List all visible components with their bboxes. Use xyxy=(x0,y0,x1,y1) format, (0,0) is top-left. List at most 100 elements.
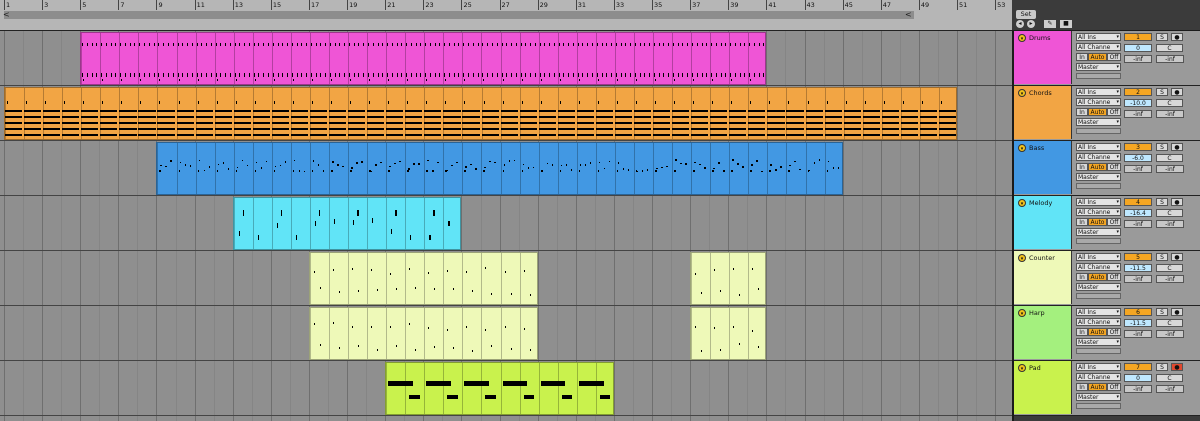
monitor-off-button[interactable]: Off xyxy=(1107,328,1121,336)
output-select[interactable]: Master ▾ xyxy=(1076,283,1121,291)
volume-field[interactable]: -10.0 xyxy=(1124,99,1152,107)
fold-icon[interactable]: ▾ xyxy=(1018,144,1026,152)
output-select[interactable]: Master ▾ xyxy=(1076,173,1121,181)
track-activator-button[interactable]: 2 xyxy=(1124,88,1152,96)
track-header[interactable]: ▾ Bass All Ins ▾ All Channe ▾ In Auto Off Master ▾… xyxy=(1014,141,1200,196)
input-channel-select[interactable]: All Channe ▾ xyxy=(1076,208,1121,216)
input-type-select[interactable]: All Ins ▾ xyxy=(1076,88,1121,96)
track-header[interactable]: ▾ Harp All Ins ▾ All Channe ▾ In Auto Off Master ▾… xyxy=(1014,306,1200,361)
midi-clip[interactable] xyxy=(308,252,538,305)
volume-field[interactable]: 0 xyxy=(1124,374,1152,382)
volume-field[interactable]: -11.5 xyxy=(1124,319,1152,327)
lock-icon[interactable]: ■ xyxy=(1060,20,1072,28)
fold-icon[interactable]: ▾ xyxy=(1018,89,1026,97)
track-activator-button[interactable]: 3 xyxy=(1124,143,1152,151)
track-color-name[interactable]: ▾ Counter xyxy=(1014,251,1072,304)
monitor-in-button[interactable]: In xyxy=(1076,328,1088,336)
track-header[interactable]: ▾ Counter All Ins ▾ All Channe ▾ In Auto Off Mast… xyxy=(1014,251,1200,306)
input-channel-select[interactable]: All Channe ▾ xyxy=(1076,43,1121,51)
track-color-name[interactable]: ▾ Bass xyxy=(1014,141,1072,194)
fold-icon[interactable]: ▾ xyxy=(1018,309,1026,317)
set-button[interactable]: Set xyxy=(1016,10,1036,19)
pan-field[interactable]: C xyxy=(1156,154,1183,162)
monitor-in-button[interactable]: In xyxy=(1076,163,1088,171)
track-name[interactable]: Counter xyxy=(1029,254,1055,262)
monitor-auto-button[interactable]: Auto xyxy=(1088,53,1107,61)
fold-icon[interactable]: ▾ xyxy=(1018,199,1026,207)
track-activator-button[interactable]: 7 xyxy=(1124,363,1152,371)
nav-left-icon[interactable]: ◂ xyxy=(1016,20,1024,28)
monitor-auto-button[interactable]: Auto xyxy=(1088,218,1107,226)
track-name[interactable]: Bass xyxy=(1029,144,1044,152)
pan-field[interactable]: C xyxy=(1156,264,1183,272)
arm-record-icon[interactable]: ● xyxy=(1171,198,1183,206)
output-select[interactable]: Master ▾ xyxy=(1076,393,1121,401)
monitor-auto-button[interactable]: Auto xyxy=(1088,383,1107,391)
pan-field[interactable]: C xyxy=(1156,209,1183,217)
input-channel-select[interactable]: All Channe ▾ xyxy=(1076,98,1121,106)
monitor-auto-button[interactable]: Auto xyxy=(1088,163,1107,171)
track-header[interactable]: ▾ Pad All Ins ▾ All Channe ▾ In Auto Off Master ▾ 7… xyxy=(1014,361,1200,416)
monitor-off-button[interactable]: Off xyxy=(1107,383,1121,391)
solo-button[interactable]: S xyxy=(1156,143,1168,151)
volume-field[interactable]: -11.5 xyxy=(1124,264,1152,272)
midi-clip[interactable] xyxy=(308,307,538,360)
track-activator-button[interactable]: 5 xyxy=(1124,253,1152,261)
monitor-auto-button[interactable]: Auto xyxy=(1088,273,1107,281)
track-color-name[interactable]: ▾ Harp xyxy=(1014,306,1072,359)
monitor-off-button[interactable]: Off xyxy=(1107,163,1121,171)
input-type-select[interactable]: All Ins ▾ xyxy=(1076,308,1121,316)
input-type-select[interactable]: All Ins ▾ xyxy=(1076,363,1121,371)
arm-record-icon[interactable]: ● xyxy=(1171,253,1183,261)
track-header[interactable]: ▾ Drums All Ins ▾ All Channe ▾ In Auto Off Master… xyxy=(1014,31,1200,86)
midi-clip[interactable] xyxy=(156,142,843,195)
midi-clip[interactable] xyxy=(80,32,767,85)
arm-record-icon[interactable]: ● xyxy=(1171,33,1183,41)
output-select[interactable]: Master ▾ xyxy=(1076,228,1121,236)
loop-start-marker[interactable]: < xyxy=(3,10,10,19)
track-activator-button[interactable]: 6 xyxy=(1124,308,1152,316)
midi-clip[interactable] xyxy=(4,87,957,140)
solo-button[interactable]: S xyxy=(1156,363,1168,371)
fold-icon[interactable]: ▾ xyxy=(1018,254,1026,262)
arrangement-view[interactable] xyxy=(0,31,1012,421)
solo-button[interactable]: S xyxy=(1156,308,1168,316)
midi-clip[interactable] xyxy=(690,252,767,305)
output-channel-select[interactable] xyxy=(1076,293,1121,299)
input-type-select[interactable]: All Ins ▾ xyxy=(1076,253,1121,261)
midi-clip[interactable] xyxy=(385,362,614,415)
output-channel-select[interactable] xyxy=(1076,403,1121,409)
monitor-off-button[interactable]: Off xyxy=(1107,53,1121,61)
monitor-in-button[interactable]: In xyxy=(1076,53,1088,61)
input-type-select[interactable]: All Ins ▾ xyxy=(1076,33,1121,41)
fold-icon[interactable]: ▾ xyxy=(1018,364,1026,372)
input-type-select[interactable]: All Ins ▾ xyxy=(1076,143,1121,151)
input-channel-select[interactable]: All Channe ▾ xyxy=(1076,263,1121,271)
monitor-off-button[interactable]: Off xyxy=(1107,218,1121,226)
draw-mode-icon[interactable]: ✎ xyxy=(1044,20,1056,28)
output-channel-select[interactable] xyxy=(1076,128,1121,134)
solo-button[interactable]: S xyxy=(1156,33,1168,41)
solo-button[interactable]: S xyxy=(1156,88,1168,96)
track-name[interactable]: Pad xyxy=(1029,364,1041,372)
arm-record-icon[interactable]: ● xyxy=(1171,363,1183,371)
timeline-ruler[interactable]: 1 3 5 7 9 11 13 15 17 19 21 23 25 27 29 31 33 35 37 39 41 43 4… xyxy=(0,0,1012,31)
arm-record-icon[interactable]: ● xyxy=(1171,308,1183,316)
loop-end-marker[interactable]: < xyxy=(905,10,912,19)
track-color-name[interactable]: ▾ Chords xyxy=(1014,86,1072,139)
track-name[interactable]: Drums xyxy=(1029,34,1051,42)
volume-field[interactable]: -6.0 xyxy=(1124,154,1152,162)
monitor-off-button[interactable]: Off xyxy=(1107,108,1121,116)
arm-record-icon[interactable]: ● xyxy=(1171,143,1183,151)
fold-icon[interactable]: ▾ xyxy=(1018,34,1026,42)
track-color-name[interactable]: ▾ Drums xyxy=(1014,31,1072,84)
output-channel-select[interactable] xyxy=(1076,238,1121,244)
input-type-select[interactable]: All Ins ▾ xyxy=(1076,198,1121,206)
output-select[interactable]: Master ▾ xyxy=(1076,338,1121,346)
track-color-name[interactable]: ▾ Pad xyxy=(1014,361,1072,414)
output-select[interactable]: Master ▾ xyxy=(1076,63,1121,71)
track-name[interactable]: Melody xyxy=(1029,199,1052,207)
monitor-in-button[interactable]: In xyxy=(1076,273,1088,281)
monitor-auto-button[interactable]: Auto xyxy=(1088,108,1107,116)
output-select[interactable]: Master ▾ xyxy=(1076,118,1121,126)
